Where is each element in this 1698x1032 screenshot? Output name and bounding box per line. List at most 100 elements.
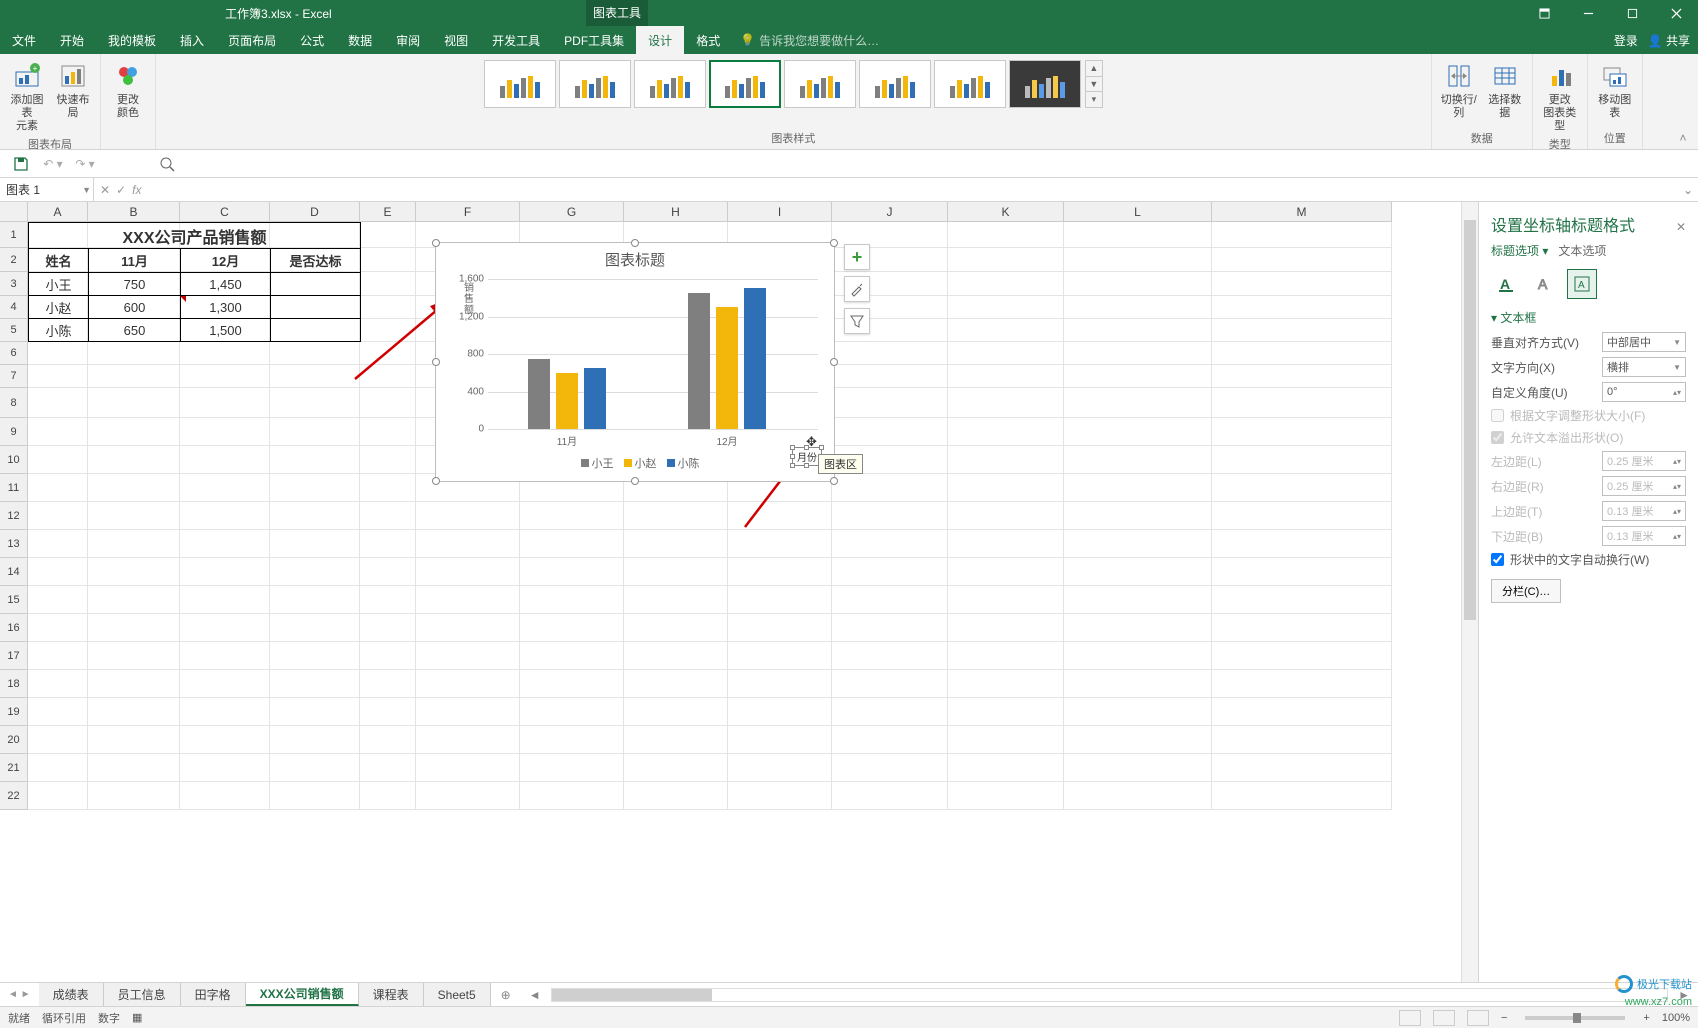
column-header[interactable]: E xyxy=(360,202,416,222)
tab-view[interactable]: 视图 xyxy=(432,26,480,54)
tab-home[interactable]: 开始 xyxy=(48,26,96,54)
close-pane-icon[interactable]: ✕ xyxy=(1676,220,1686,234)
row-header[interactable]: 20 xyxy=(0,726,28,754)
sheet-tab[interactable]: 田字格 xyxy=(181,983,246,1006)
plot-area[interactable]: 04008001,2001,60011月12月 xyxy=(488,279,818,429)
gallery-scroll[interactable]: ▲ ▼ ▾ xyxy=(1085,60,1103,108)
sheet-tab[interactable]: 员工信息 xyxy=(104,983,181,1006)
row-header[interactable]: 13 xyxy=(0,530,28,558)
tab-layout[interactable]: 页面布局 xyxy=(216,26,288,54)
tab-format[interactable]: 格式 xyxy=(684,26,732,54)
enter-formula-icon[interactable]: ✓ xyxy=(116,183,126,197)
chart-legend[interactable]: 小王小赵小陈 xyxy=(436,455,834,471)
row-header[interactable]: 1 xyxy=(0,222,28,248)
move-chart-button[interactable]: 移动图表 xyxy=(1594,60,1636,120)
text-effects-icon[interactable]: A xyxy=(1529,269,1559,299)
row-header[interactable]: 2 xyxy=(0,248,28,272)
row-header[interactable]: 3 xyxy=(0,272,28,296)
column-header[interactable]: J xyxy=(832,202,948,222)
row-header[interactable]: 12 xyxy=(0,502,28,530)
column-header[interactable]: L xyxy=(1064,202,1212,222)
switch-row-col-button[interactable]: 切换行/列 xyxy=(1438,60,1480,120)
column-header[interactable]: C xyxy=(180,202,270,222)
expand-formula-bar-icon[interactable]: ⌄ xyxy=(1678,178,1698,201)
horizontal-scrollbar[interactable]: ◄ ► xyxy=(521,983,1698,1006)
tab-templates[interactable]: 我的模板 xyxy=(96,26,168,54)
row-header[interactable]: 18 xyxy=(0,670,28,698)
column-header[interactable]: G xyxy=(520,202,624,222)
ribbon-display-options-icon[interactable] xyxy=(1522,0,1566,26)
vertical-scrollbar[interactable] xyxy=(1461,202,1478,982)
login-link[interactable]: 登录 xyxy=(1614,32,1638,49)
custom-angle-input[interactable]: 0°▴▾ xyxy=(1602,382,1686,402)
minimize-icon[interactable] xyxy=(1566,0,1610,26)
chart-style-thumb[interactable] xyxy=(1009,60,1081,108)
sheet-tab[interactable]: XXX公司销售额 xyxy=(246,983,359,1006)
change-chart-type-button[interactable]: 更改 图表类型 xyxy=(1539,60,1581,134)
row-header[interactable]: 11 xyxy=(0,474,28,502)
column-header[interactable]: B xyxy=(88,202,180,222)
row-header[interactable]: 22 xyxy=(0,782,28,810)
page-layout-view-icon[interactable] xyxy=(1433,1010,1455,1026)
new-sheet-icon[interactable]: ⊕ xyxy=(491,983,521,1006)
column-header[interactable]: K xyxy=(948,202,1064,222)
tab-developer[interactable]: 开发工具 xyxy=(480,26,552,54)
tab-formulas[interactable]: 公式 xyxy=(288,26,336,54)
textbox-icon[interactable]: A xyxy=(1567,269,1597,299)
maximize-icon[interactable] xyxy=(1610,0,1654,26)
tab-review[interactable]: 审阅 xyxy=(384,26,432,54)
save-icon[interactable] xyxy=(10,153,32,175)
text-fill-icon[interactable]: A xyxy=(1491,269,1521,299)
column-header[interactable]: D xyxy=(270,202,360,222)
zoom-value[interactable]: 100% xyxy=(1662,1012,1690,1024)
fx-icon[interactable]: fx xyxy=(132,183,141,197)
chart-add-element-icon[interactable]: + xyxy=(844,244,870,270)
select-all-corner[interactable] xyxy=(0,202,28,222)
row-header[interactable]: 15 xyxy=(0,586,28,614)
gallery-down-icon[interactable]: ▼ xyxy=(1086,77,1102,93)
scrollbar-thumb[interactable] xyxy=(1464,220,1476,620)
worksheet-grid[interactable]: ABCDEFGHIJKLM 12345678910111213141516171… xyxy=(0,202,1478,982)
redo-icon[interactable]: ↷ ▾ xyxy=(74,153,96,175)
vertical-align-select[interactable]: 中部居中▼ xyxy=(1602,332,1686,352)
tell-me-search[interactable]: 💡 告诉我您想要做什么… xyxy=(732,26,879,54)
collapse-ribbon-icon[interactable]: ˄ xyxy=(1668,54,1698,149)
close-icon[interactable] xyxy=(1654,0,1698,26)
cancel-formula-icon[interactable]: ✕ xyxy=(100,183,110,197)
text-options-link[interactable]: 文本选项 xyxy=(1558,244,1606,258)
row-header[interactable]: 16 xyxy=(0,614,28,642)
column-header[interactable]: A xyxy=(28,202,88,222)
chart-style-thumb[interactable] xyxy=(484,60,556,108)
chart-style-thumb[interactable] xyxy=(634,60,706,108)
tab-data[interactable]: 数据 xyxy=(336,26,384,54)
gallery-more-icon[interactable]: ▾ xyxy=(1086,92,1102,107)
undo-icon[interactable]: ↶ ▾ xyxy=(42,153,64,175)
row-header[interactable]: 4 xyxy=(0,296,28,319)
zoom-slider[interactable] xyxy=(1525,1016,1625,1020)
scrollbar-thumb[interactable] xyxy=(552,989,712,1001)
section-textbox[interactable]: ▾ 文本框 xyxy=(1491,309,1686,326)
column-header[interactable]: F xyxy=(416,202,520,222)
tab-design[interactable]: 设计 xyxy=(636,26,684,54)
row-header[interactable]: 17 xyxy=(0,642,28,670)
page-break-view-icon[interactable] xyxy=(1467,1010,1489,1026)
row-header[interactable]: 6 xyxy=(0,342,28,365)
change-colors-button[interactable]: 更改 颜色 xyxy=(107,60,149,120)
gallery-up-icon[interactable]: ▲ xyxy=(1086,61,1102,77)
chart-style-thumb[interactable] xyxy=(559,60,631,108)
row-header[interactable]: 19 xyxy=(0,698,28,726)
columns-button[interactable]: 分栏(C)… xyxy=(1491,579,1561,603)
formula-input[interactable] xyxy=(147,178,1678,201)
text-direction-select[interactable]: 横排▼ xyxy=(1602,357,1686,377)
chart-style-thumb[interactable] xyxy=(709,60,781,108)
row-header[interactable]: 14 xyxy=(0,558,28,586)
normal-view-icon[interactable] xyxy=(1399,1010,1421,1026)
tab-pdf[interactable]: PDF工具集 xyxy=(552,26,636,54)
wrap-checkbox[interactable] xyxy=(1491,553,1504,566)
tab-file[interactable]: 文件 xyxy=(0,26,48,54)
print-preview-icon[interactable] xyxy=(156,153,178,175)
chart-style-thumb[interactable] xyxy=(859,60,931,108)
chart-filter-icon[interactable] xyxy=(844,308,870,334)
zoom-out-icon[interactable]: − xyxy=(1501,1012,1507,1024)
column-header[interactable]: H xyxy=(624,202,728,222)
